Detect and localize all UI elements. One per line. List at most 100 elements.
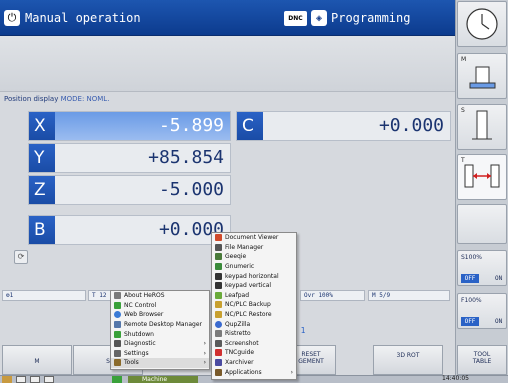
- menu-label: Gnumeric: [225, 263, 255, 271]
- softkey-3d-rot[interactable]: 3D ROT: [373, 345, 443, 375]
- taskbar-machine-label: Machine: [142, 376, 168, 383]
- spindle-on-tag: ON: [495, 275, 503, 282]
- m-function-button[interactable]: M: [457, 53, 507, 99]
- menu-label: Geeqie: [225, 253, 247, 261]
- mode-left-label: Manual operation: [25, 11, 141, 25]
- menu-start-icon[interactable]: [112, 376, 122, 383]
- axis-row-b: B +0.000: [28, 215, 231, 245]
- tools-menu-item[interactable]: NC/PLC Backup: [212, 300, 296, 310]
- menu-label: Settings: [124, 349, 149, 357]
- restore-icon: [215, 311, 222, 319]
- start-menu-item[interactable]: About HeROS: [111, 291, 209, 301]
- menu-label: QupZilla: [225, 320, 251, 328]
- menu-label: Tools: [124, 359, 139, 367]
- program-icon: ◈: [311, 10, 327, 26]
- screenshot-icon: [215, 339, 222, 347]
- spindle-off-tag: OFF: [461, 274, 479, 283]
- softkey-3d-rot-label: 3D ROT: [396, 352, 420, 359]
- tools-submenu: Document Viewer File Manager Geeqie Gnum…: [211, 232, 297, 380]
- folder-icon[interactable]: [2, 376, 12, 383]
- menu-label: File Manager: [225, 243, 264, 251]
- override-status: Ovr 100%: [300, 290, 365, 301]
- leafpad-icon: [215, 291, 222, 299]
- softkey-m[interactable]: M: [2, 345, 72, 375]
- start-menu-item[interactable]: Diagnostic ›: [111, 339, 209, 349]
- mode-machine[interactable]: ⏻ Manual operation: [4, 4, 141, 32]
- start-menu-item[interactable]: Settings ›: [111, 349, 209, 359]
- feed-override-panel[interactable]: F100% OFF ON: [457, 293, 507, 329]
- tools-menu-item[interactable]: Geeqie: [212, 252, 296, 262]
- menu-label: Remote Desktop Manager: [124, 321, 203, 329]
- start-menu-item[interactable]: Remote Desktop Manager: [111, 320, 209, 330]
- feed-off-tag: OFF: [461, 317, 479, 326]
- menu-label: NC/PLC Restore: [225, 311, 272, 319]
- browser-icon: [114, 311, 121, 319]
- axis-value-c: +0.000: [378, 115, 444, 136]
- s-label: S: [461, 107, 465, 114]
- tools-menu-item[interactable]: keypad horizontal: [212, 271, 296, 281]
- tool-change-icon: [464, 164, 500, 188]
- s-function-button[interactable]: S: [457, 104, 507, 150]
- keypad-horizontal-icon: [215, 272, 222, 280]
- menu-label: About HeROS: [124, 292, 165, 300]
- tools-menu-item[interactable]: File Manager: [212, 243, 296, 253]
- shutdown-icon: [114, 330, 121, 338]
- axis-label-c: C: [237, 112, 263, 140]
- menu-label: Shutdown: [124, 330, 154, 338]
- menu-label: NC Control: [124, 301, 157, 309]
- softkey-tool-table[interactable]: TOOL TABLE: [457, 345, 507, 375]
- start-menu-item[interactable]: NC Control: [111, 301, 209, 311]
- softkey-tool-label-2: TABLE: [472, 358, 492, 365]
- applications-icon: [215, 368, 222, 376]
- tools-menu-item[interactable]: Xarchiver: [212, 358, 296, 368]
- mode-programming[interactable]: DNC ◈ Programming: [284, 8, 410, 28]
- position-display-mode: MODE: NOML.: [60, 95, 110, 103]
- axis-value-b: +0.000: [158, 219, 224, 240]
- tools-menu-item[interactable]: Document Viewer: [212, 233, 296, 243]
- menu-label: Xarchiver: [225, 359, 254, 367]
- submenu-arrow-icon: ›: [290, 368, 293, 376]
- refresh-icon[interactable]: ⟳: [14, 250, 28, 264]
- axis-label-z: Z: [29, 176, 55, 204]
- keypad-vertical-icon: [215, 282, 222, 290]
- tools-menu-item[interactable]: TNCguide: [212, 348, 296, 358]
- position-display-label: Position display MODE: NOML.: [4, 95, 109, 103]
- tools-menu-item[interactable]: Screenshot: [212, 339, 296, 349]
- workspace-2-icon[interactable]: [30, 376, 40, 383]
- blank-softkey[interactable]: [457, 204, 507, 244]
- m-label: M: [461, 56, 467, 63]
- softkey-reset-label-1: RESET: [301, 351, 321, 358]
- clock-button[interactable]: [457, 1, 507, 47]
- tools-menu-item[interactable]: Ristretto: [212, 329, 296, 339]
- workspace-3-icon[interactable]: [44, 376, 54, 383]
- axis-label-y: Y: [29, 144, 55, 172]
- axis-row-z: Z -5.000: [28, 175, 231, 205]
- mode-right-label: Programming: [331, 11, 411, 25]
- axis-row-c: C +0.000: [236, 111, 451, 141]
- taskbar-clock: 14:40:05: [442, 375, 469, 382]
- tools-menu-item[interactable]: keypad vertical: [212, 281, 296, 291]
- axis-row-y: Y +85.854: [28, 143, 231, 173]
- menu-label: Ristretto: [225, 330, 251, 338]
- start-menu-item[interactable]: Web Browser: [111, 310, 209, 320]
- tools-menu-item[interactable]: QupZilla: [212, 319, 296, 329]
- tools-menu-item[interactable]: Gnumeric: [212, 262, 296, 272]
- softkey-m-label: M: [34, 358, 40, 365]
- spindle-icon: [472, 110, 492, 140]
- spindle-override-panel[interactable]: S100% OFF ON: [457, 250, 507, 286]
- tools-menu-item[interactable]: Leafpad: [212, 291, 296, 301]
- start-menu-item[interactable]: Shutdown: [111, 329, 209, 339]
- start-menu-item-tools[interactable]: Tools ›: [111, 358, 209, 368]
- tools-menu-item[interactable]: Applications ›: [212, 367, 296, 377]
- t-function-button[interactable]: T: [457, 154, 507, 200]
- menu-label: TNCguide: [225, 349, 255, 357]
- t-label: T: [461, 157, 465, 164]
- document-viewer-icon: [215, 234, 222, 242]
- axis-value-z: -5.000: [158, 179, 224, 200]
- taskbar-machine-button[interactable]: Machine: [128, 376, 198, 383]
- dnc-badge: DNC: [284, 10, 307, 26]
- diagnostic-icon: [114, 340, 121, 348]
- workspace-1-icon[interactable]: [16, 376, 26, 383]
- tools-menu-item[interactable]: NC/PLC Restore: [212, 310, 296, 320]
- submenu-arrow-icon: ›: [203, 349, 206, 357]
